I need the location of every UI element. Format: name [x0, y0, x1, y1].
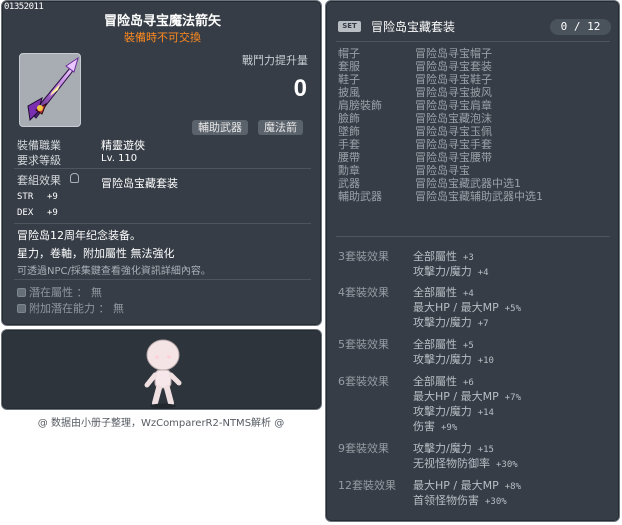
- effect-6-line: 全部屬性 +6: [413, 375, 474, 388]
- item-icon-frame: [19, 53, 81, 127]
- description-no-enhance: 星力，卷軸，附加屬性 無法強化: [17, 247, 175, 260]
- divider: [14, 223, 311, 224]
- set-item: 勳章 冒险岛寻宝: [338, 164, 470, 177]
- avatar-preview-panel: [1, 329, 322, 410]
- effect-5-label: 5套裝效果: [338, 338, 389, 351]
- set-item: 腰帶 冒险岛寻宝腰带: [338, 151, 492, 164]
- effect-9-label: 9套裝效果: [338, 442, 389, 455]
- set-item: 手套 冒险岛寻宝手套: [338, 138, 492, 151]
- set-item: 鞋子 冒险岛寻宝鞋子: [338, 73, 492, 86]
- set-count-badge: 0 / 12: [550, 19, 611, 35]
- set-info-panel: SET 冒险岛宝藏套装 0 / 12 帽子 冒险岛寻宝帽子 套服 冒险岛寻宝套装 鞋…: [325, 0, 620, 522]
- effect-3-line: 攻擊力/魔力 +4: [413, 265, 489, 278]
- job-value: 精靈遊俠: [101, 139, 145, 152]
- set-effect-value: 冒险岛宝藏套装: [101, 177, 178, 190]
- effect-3-line: 全部屬性 +3: [413, 250, 474, 263]
- additional-potential-icon: [17, 304, 26, 313]
- set-item: 肩膀裝飾 冒险岛寻宝肩章: [338, 99, 492, 112]
- effect-6-label: 6套裝效果: [338, 375, 389, 388]
- job-label: 裝備職業: [17, 139, 61, 152]
- set-item: 套服 冒险岛寻宝套装: [338, 60, 492, 73]
- additional-potential-row: 附加潛在能力 ： 無: [17, 300, 124, 316]
- item-name: 冒险岛寻宝魔法箭矢: [103, 14, 221, 29]
- lock-icon: [70, 173, 79, 183]
- footer-credit: @ 数据由小册子整理，WzComparerR2-NTMS解析 @: [37, 418, 285, 429]
- stat-str: STR +9: [17, 192, 58, 202]
- trade-restriction: 裝備時不可交換: [124, 31, 201, 44]
- character-avatar: [144, 339, 182, 409]
- potential-row: 潛在屬性 ： 無: [17, 284, 102, 300]
- effect-5-line: 攻擊力/魔力 +10: [413, 353, 494, 366]
- effect-6-line: 攻擊力/魔力 +14: [413, 405, 494, 418]
- description-hint: 可透過NPC/採集鍵查看強化資訊詳細內容。: [17, 266, 211, 277]
- effect-3-label: 3套裝效果: [338, 250, 389, 263]
- effect-4-label: 4套裝效果: [338, 286, 389, 299]
- effect-4-line: 攻擊力/魔力 +7: [413, 316, 489, 329]
- set-item: 墜飾 冒险岛寻宝玉佩: [338, 125, 492, 138]
- combat-power-value: 0: [293, 75, 307, 102]
- set-item: 輔助武器 冒险岛宝藏辅助武器中选1: [338, 190, 543, 203]
- magic-arrow-icon: [27, 56, 79, 122]
- item-tooltip-panel: 01352011 冒险岛寻宝魔法箭矢 裝備時不可交換 戰鬥力提升量 0 輔助武器…: [1, 0, 322, 326]
- effect-9-line: 攻擊力/魔力 +15: [413, 442, 494, 455]
- level-value: Lv. 110: [101, 153, 138, 164]
- description-anniversary: 冒险岛12周年纪念装备。: [17, 229, 141, 242]
- effect-4-line: 最大HP / 最大MP +5%: [413, 301, 521, 314]
- potential-icon: [17, 288, 26, 297]
- stat-dex: DEX +9: [17, 208, 58, 218]
- set-name: 冒险岛宝藏套装: [371, 20, 456, 34]
- tag-magic-arrow: 魔法箭: [258, 120, 303, 135]
- divider: [336, 41, 610, 42]
- divider: [336, 236, 610, 237]
- effect-12-line: 最大HP / 最大MP +8%: [413, 479, 521, 492]
- set-item: 帽子 冒险岛寻宝帽子: [338, 47, 492, 60]
- combat-power-label: 戰鬥力提升量: [242, 54, 308, 67]
- set-effect-label: 套組效果: [17, 174, 61, 187]
- set-item: 臉飾 冒险岛宝藏泡沫: [338, 112, 492, 125]
- divider: [14, 279, 311, 280]
- effect-5-line: 全部屬性 +5: [413, 338, 474, 351]
- set-badge: SET: [338, 21, 361, 32]
- tag-secondary-weapon: 輔助武器: [192, 120, 248, 135]
- effect-6-line: 最大HP / 最大MP +7%: [413, 390, 521, 403]
- level-label: 要求等級: [17, 154, 61, 167]
- divider: [14, 168, 311, 169]
- effect-9-line: 无视怪物防御率 +30%: [413, 457, 518, 470]
- set-item: 武器 冒险岛宝藏武器中选1: [338, 177, 521, 190]
- effect-12-label: 12套裝效果: [338, 479, 396, 492]
- set-item: 披風 冒险岛寻宝披风: [338, 86, 492, 99]
- effect-12-line: 首领怪物伤害 +30%: [413, 494, 507, 507]
- effect-4-line: 全部屬性 +4: [413, 286, 474, 299]
- effect-6-line: 伤害 +9%: [413, 420, 458, 433]
